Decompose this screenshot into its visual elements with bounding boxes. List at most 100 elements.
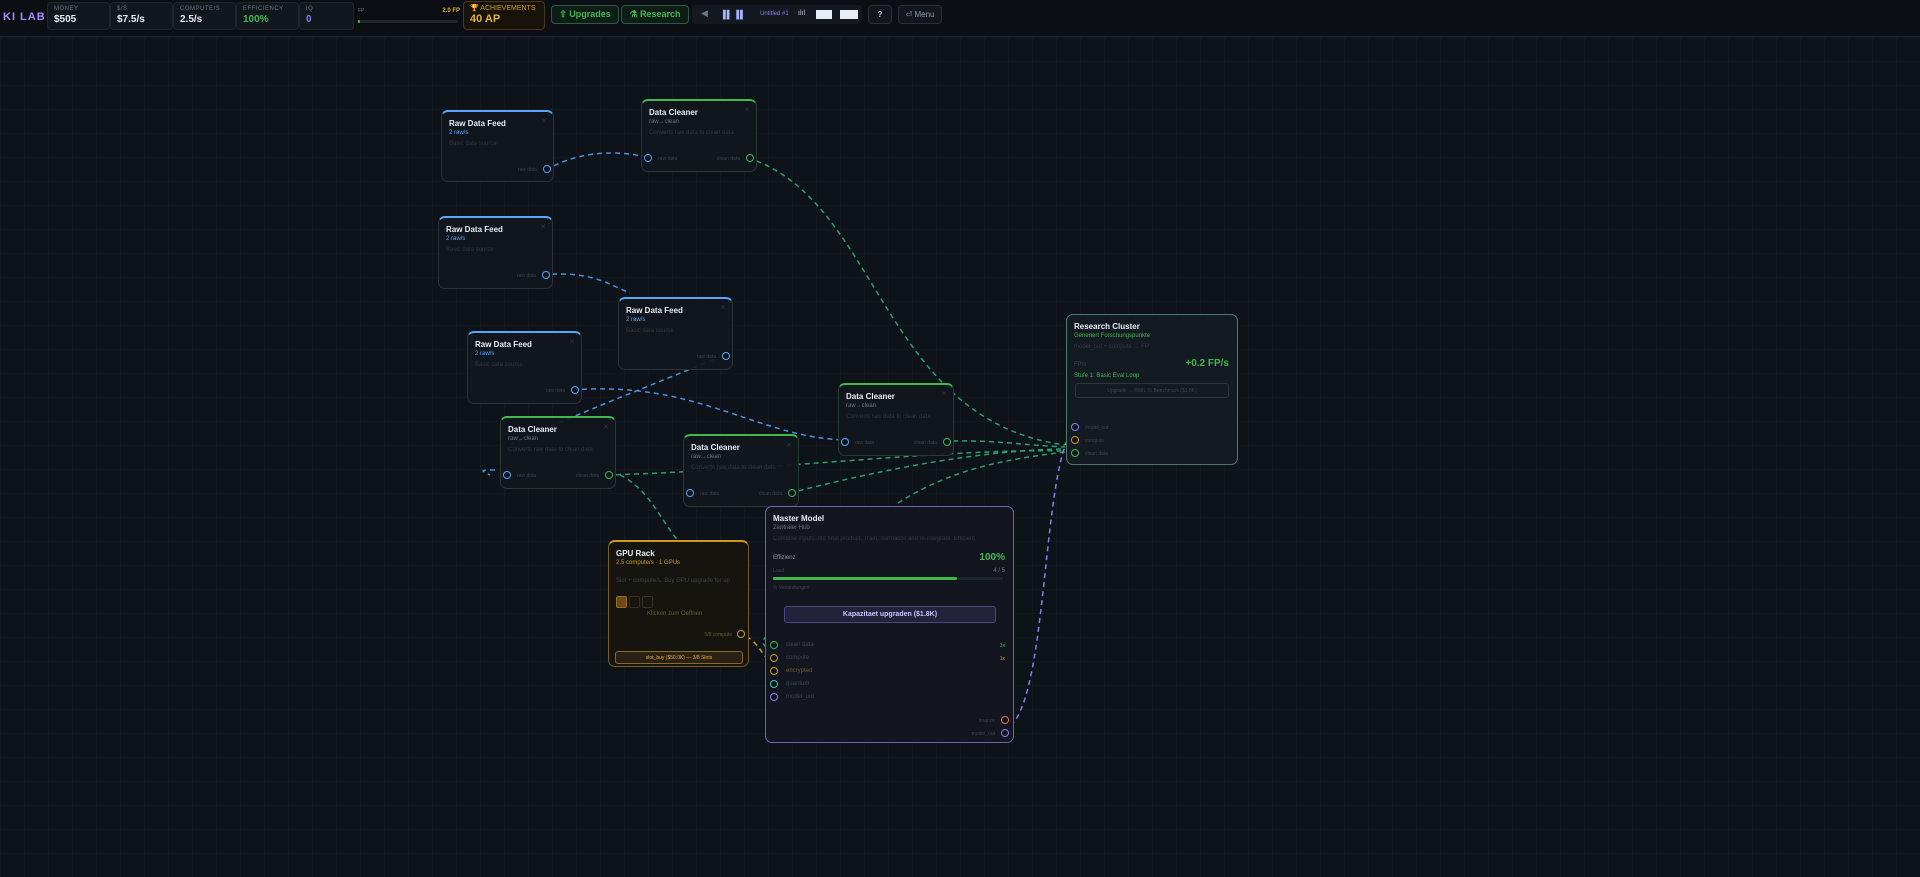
load-label: Load xyxy=(773,568,785,574)
buy-slot-button[interactable]: slot_buy ($50.0K) — 3/8 Slots xyxy=(615,651,743,664)
money-stat: MONEY $505 xyxy=(47,2,110,30)
close-icon[interactable]: ✕ xyxy=(540,223,546,231)
efficiency-label: Effizienz xyxy=(773,555,796,561)
input-label: compute xyxy=(1085,438,1105,444)
input-port[interactable] xyxy=(770,680,778,688)
raw-data-feed-node[interactable]: Raw Data Feed ✕ 2 raw/s Basic data sourc… xyxy=(618,297,733,370)
signal-icon: ılıl xyxy=(798,10,805,17)
input-port[interactable] xyxy=(686,489,694,497)
research-cluster-node[interactable]: Research Cluster Generiert Forschungspun… xyxy=(1066,314,1238,465)
close-icon[interactable]: ✕ xyxy=(744,106,750,114)
output-port[interactable] xyxy=(571,386,579,394)
node-title: Data Cleaner xyxy=(846,392,895,401)
income-stat: $/S $7.5/s xyxy=(110,2,173,30)
load-bar xyxy=(773,577,1003,580)
raw-data-feed-node[interactable]: Raw Data Feed ✕ 2 raw/s Basic data sourc… xyxy=(441,110,554,182)
raw-data-feed-node[interactable]: Raw Data Feed ✕ 2 raw/s Basic data sourc… xyxy=(467,331,582,404)
app-brand: KI LAB xyxy=(3,11,46,23)
output-port[interactable] xyxy=(722,352,730,360)
close-icon[interactable]: ✕ xyxy=(786,441,792,449)
input-port[interactable] xyxy=(503,471,511,479)
research-button[interactable]: ⚗ Research xyxy=(621,5,689,24)
close-icon[interactable]: ✕ xyxy=(603,423,609,431)
output-port[interactable] xyxy=(605,471,613,479)
input-label: model_out xyxy=(786,694,815,700)
input-port[interactable] xyxy=(770,641,778,649)
node-recipe: raw→clean xyxy=(691,454,722,460)
speed-toggle-1[interactable] xyxy=(816,10,832,19)
node-subtitle: Zentraler Hub xyxy=(773,525,810,531)
close-icon[interactable]: ✕ xyxy=(941,390,947,398)
node-description: model_out + compute → FP xyxy=(1074,344,1149,350)
help-button[interactable]: ? xyxy=(868,5,892,24)
gpu-slot[interactable] xyxy=(642,596,653,608)
output-label: raw data xyxy=(517,167,537,173)
node-description: Converts raw data to clean data xyxy=(649,130,734,136)
node-title: Raw Data Feed xyxy=(475,340,532,349)
compute-stat: COMPUTE/S 2.5/s xyxy=(173,2,236,30)
input-port[interactable] xyxy=(770,693,778,701)
node-description: Slot + compute/s. Buy GPU upgrade for up xyxy=(616,578,730,584)
output-port[interactable] xyxy=(746,154,754,162)
output-label: clean data xyxy=(913,440,937,446)
input-port[interactable] xyxy=(1071,436,1079,444)
menu-button[interactable]: ⏎ Menu xyxy=(898,5,942,24)
input-port[interactable] xyxy=(644,154,652,162)
speed-toggle-2[interactable] xyxy=(840,10,858,19)
save-name[interactable]: Untitled #1 xyxy=(760,11,789,17)
node-rate: 2 raw/s xyxy=(446,236,466,242)
iq-stat: IQ 0 xyxy=(299,2,354,30)
close-icon[interactable]: ✕ xyxy=(720,304,726,312)
data-cleaner-node[interactable]: Data Cleaner ✕ raw→clean Converts raw da… xyxy=(838,383,954,456)
gpu-slot[interactable] xyxy=(629,596,640,608)
input-port[interactable] xyxy=(1071,449,1079,457)
output-port[interactable] xyxy=(543,165,551,173)
capacity-upgrade-button[interactable]: Kapazitaet upgraden ($1.8K) xyxy=(784,606,996,623)
output-port[interactable] xyxy=(1001,729,1009,737)
node-rate: 2 raw/s xyxy=(449,130,469,136)
input-label: compute xyxy=(786,655,810,661)
output-label: raw data xyxy=(696,354,716,360)
data-cleaner-node[interactable]: Data Cleaner ✕ raw→clean Converts raw da… xyxy=(683,434,799,507)
gpu-rack-node[interactable]: GPU Rack 2.5 compute/s · 1 GPUs Slot + c… xyxy=(608,540,749,667)
prev-icon[interactable]: ◀ xyxy=(701,8,708,19)
node-title: Data Cleaner xyxy=(649,108,698,117)
data-cleaner-node[interactable]: Data Cleaner ✕ raw→clean Converts raw da… xyxy=(641,99,757,172)
open-hint: Klicken zum Oeffnen xyxy=(647,611,703,617)
output-port[interactable] xyxy=(788,489,796,497)
achievements-button[interactable]: 🏆 ACHIEVEMENTS 40 AP xyxy=(463,1,545,30)
achievements-value: 40 AP xyxy=(470,13,501,25)
input-label: raw data xyxy=(658,156,678,162)
output-port[interactable] xyxy=(737,630,745,638)
input-port[interactable] xyxy=(1071,423,1079,431)
fp-rate-label: FP/s xyxy=(1074,362,1087,368)
efficiency-stat: EFFICIENCY 100% xyxy=(236,2,299,30)
achievements-label: 🏆 ACHIEVEMENTS xyxy=(470,5,536,12)
node-title: Research Cluster xyxy=(1074,322,1140,331)
node-rate: 2 raw/s xyxy=(626,317,646,323)
efficiency-value: 100% xyxy=(979,552,1005,563)
fp-target: 2.0 FP xyxy=(442,8,460,14)
output-port[interactable] xyxy=(943,438,951,446)
input-port[interactable] xyxy=(770,654,778,662)
output-label: 5/8 compute xyxy=(704,632,732,638)
input-label: encrypted xyxy=(786,668,813,674)
load-fill xyxy=(773,577,957,580)
research-upgrade-button[interactable]: Upgrade → RMIL S: Benchmark ($1.5K) xyxy=(1075,383,1229,398)
input-label: raw data xyxy=(517,473,537,479)
output-port[interactable] xyxy=(542,271,550,279)
node-canvas[interactable] xyxy=(0,37,1920,877)
upgrades-button[interactable]: ⇧ Upgrades xyxy=(551,5,619,24)
master-model-node[interactable]: Master Model Zentraler Hub Combine input… xyxy=(765,506,1014,743)
close-icon[interactable]: ✕ xyxy=(569,338,575,346)
gpu-slot[interactable] xyxy=(616,596,627,608)
data-cleaner-node[interactable]: Data Cleaner ✕ raw→clean Converts raw da… xyxy=(500,416,616,489)
input-port[interactable] xyxy=(841,438,849,446)
close-icon[interactable]: ✕ xyxy=(541,117,547,125)
pause-icon[interactable]: ▐▌▐▌ xyxy=(720,10,747,19)
input-port[interactable] xyxy=(770,667,778,675)
raw-data-feed-node[interactable]: Raw Data Feed ✕ 2 raw/s Basic data sourc… xyxy=(438,216,553,289)
input-label: clean data xyxy=(1085,451,1109,457)
research-level: Stufe 1: Basic Eval Loop xyxy=(1074,373,1140,379)
output-port[interactable] xyxy=(1001,716,1009,724)
